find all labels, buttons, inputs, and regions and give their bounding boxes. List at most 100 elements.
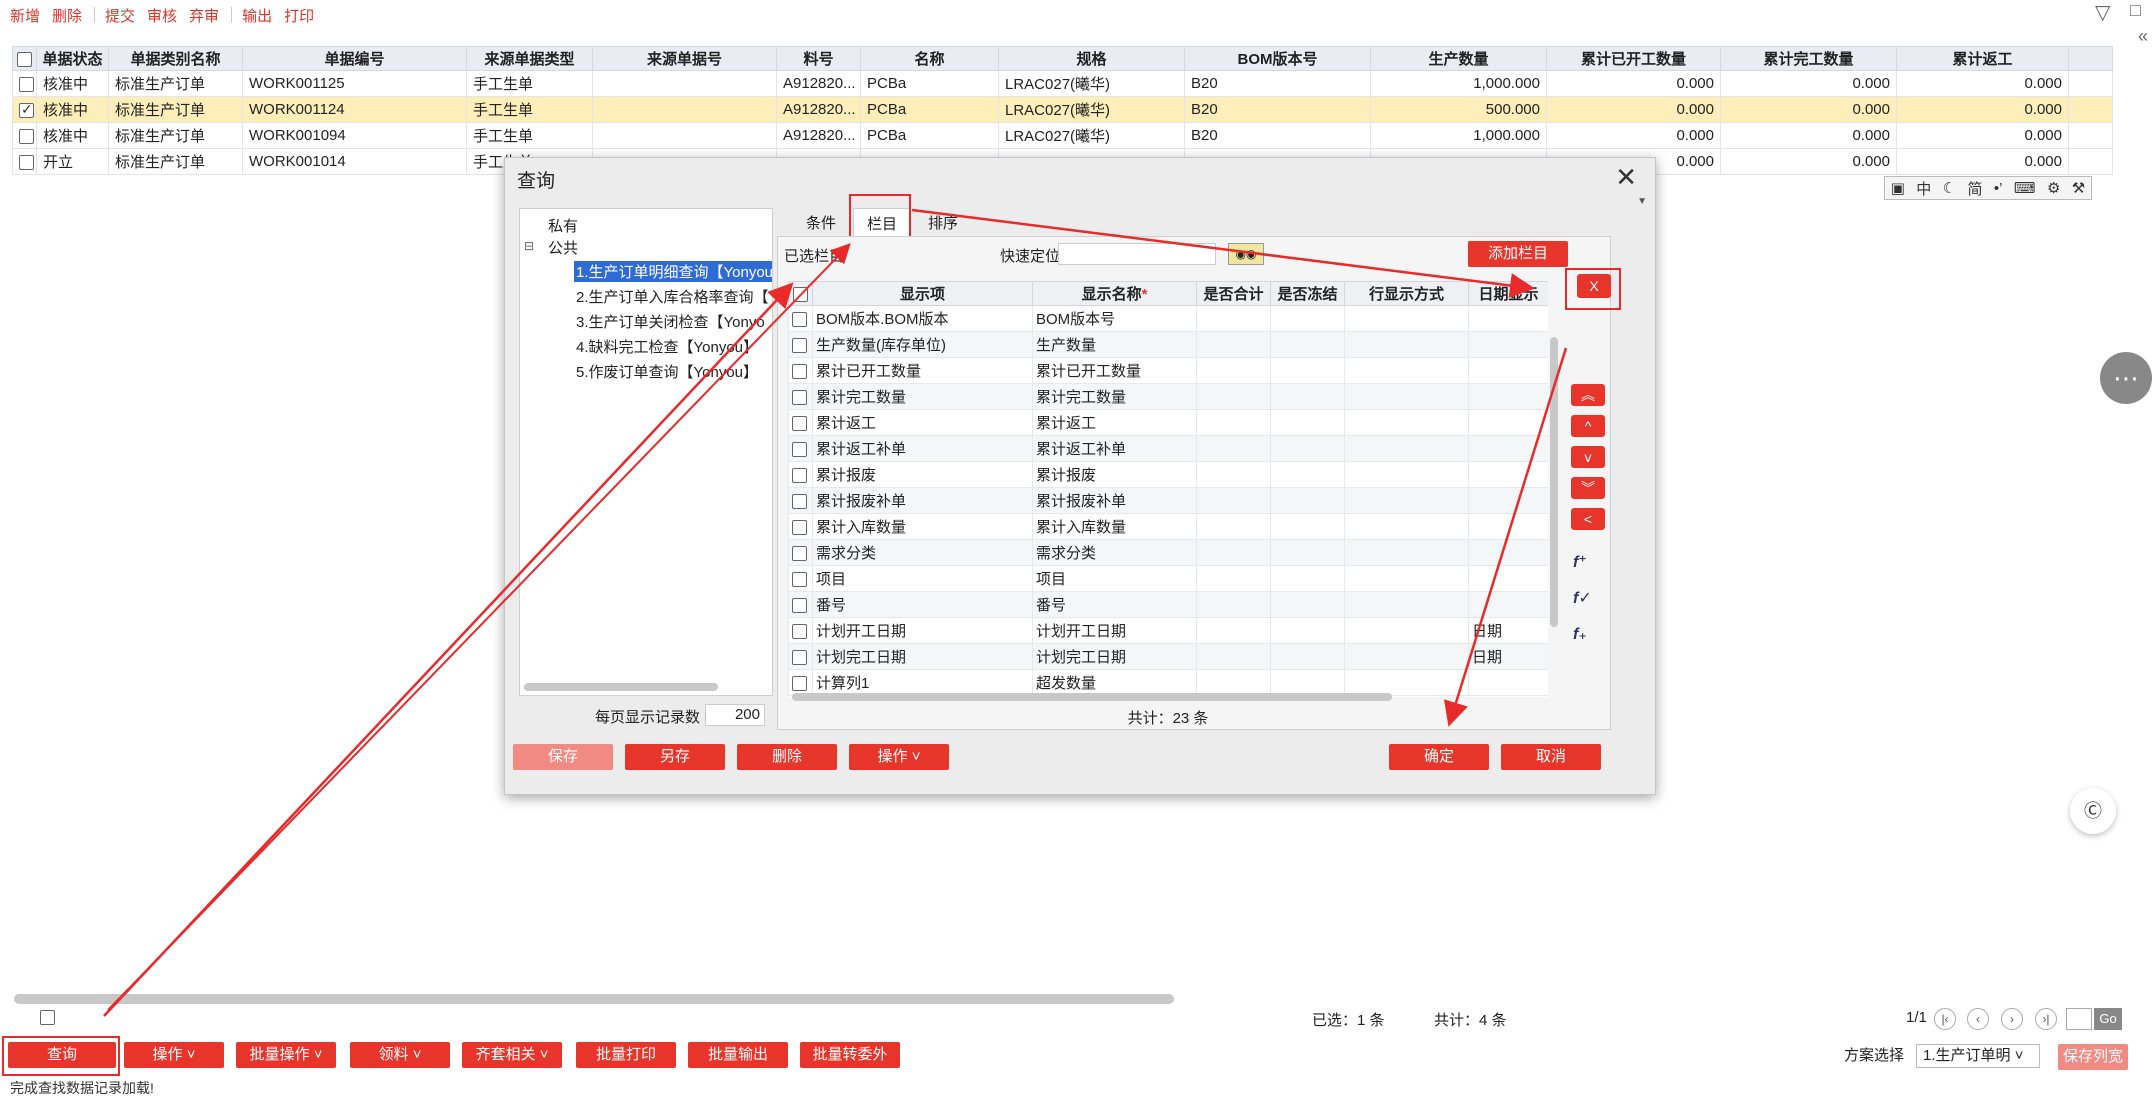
delete-scheme-button[interactable]: 删除 — [737, 744, 837, 770]
formula-edit-icon[interactable]: f₊ — [1573, 624, 1587, 644]
next-page-icon[interactable]: › — [2001, 1008, 2023, 1030]
material-dropdown[interactable]: 领料 ˅ — [350, 1042, 450, 1068]
operate-dropdown[interactable]: 操作 ˅ — [124, 1042, 224, 1068]
last-page-icon[interactable]: ›| — [2035, 1008, 2057, 1030]
batch-print-button[interactable]: 批量打印 — [576, 1042, 676, 1068]
column-row-checkbox[interactable] — [792, 675, 807, 691]
page-number-input[interactable] — [2066, 1008, 2092, 1030]
keyboard-icon[interactable]: ⌨ — [2014, 179, 2036, 197]
filter-icon[interactable]: ▽ — [2095, 0, 2110, 25]
scheme-select[interactable]: 1.生产订单明 ˅ — [1916, 1044, 2040, 1068]
col-header-category[interactable]: 单据类别名称 — [108, 46, 243, 71]
grid-horizontal-scrollbar[interactable] — [14, 994, 1174, 1004]
approve-button[interactable]: 审核 — [147, 5, 177, 26]
ime-simplified-toggle[interactable]: 简 — [1968, 178, 1983, 199]
column-row-checkbox[interactable] — [792, 389, 807, 405]
col-header-rework[interactable]: 累计返工 — [1896, 46, 2069, 71]
print-button[interactable]: 打印 — [284, 5, 314, 26]
export-button[interactable]: 输出 — [242, 5, 272, 26]
column-row-checkbox[interactable] — [792, 337, 807, 353]
col-header-code[interactable]: 单据编号 — [242, 46, 467, 71]
column-row[interactable]: 计划开工日期 计划开工日期 日期 — [788, 617, 1548, 644]
row-checkbox[interactable] — [19, 101, 34, 118]
tree-item-4[interactable]: 4.缺料完工检查【Yonyou】 — [576, 336, 758, 357]
column-row-checkbox[interactable] — [792, 597, 807, 613]
translate-icon[interactable]: Ⓒ — [2070, 788, 2116, 834]
col-header-status[interactable]: 单据状态 — [36, 46, 109, 71]
col-header-done[interactable]: 累计完工数量 — [1720, 46, 1897, 71]
column-row[interactable]: 项目 项目 — [788, 565, 1548, 592]
operate-menu-button[interactable]: 操作 ˅ — [849, 744, 949, 770]
column-row[interactable]: BOM版本.BOM版本 BOM版本号 — [788, 305, 1548, 332]
tab-sort[interactable]: 排序 — [911, 208, 975, 238]
tree-item-3[interactable]: 3.生产订单关闭检查【Yonyo — [576, 311, 765, 332]
tools-icon[interactable]: ⚙ — [2047, 179, 2060, 197]
column-row-checkbox[interactable] — [792, 493, 807, 509]
tree-scrollbar[interactable] — [524, 683, 718, 691]
column-row[interactable]: 需求分类 需求分类 — [788, 539, 1548, 566]
go-button[interactable]: Go — [2094, 1008, 2122, 1030]
column-row-checkbox[interactable] — [792, 571, 807, 587]
binoculars-icon[interactable]: ◉◉ — [1228, 243, 1264, 265]
tree-item-1[interactable]: 1.生产订单明细查询【Yonyou — [574, 261, 772, 282]
col-header-part[interactable]: 料号 — [776, 46, 861, 71]
tree-node-private[interactable]: 私有 — [548, 215, 578, 236]
table-row[interactable]: 核准中 标准生产订单 WORK001125 手工生单 A912820... PC… — [12, 70, 2113, 97]
quick-locate-input[interactable] — [1058, 243, 1216, 265]
collapse-icon[interactable]: « — [2138, 26, 2148, 47]
tree-node-public[interactable]: 公共 — [548, 237, 578, 258]
move-up-button[interactable]: ^ — [1571, 415, 1605, 437]
cancel-button[interactable]: 取消 — [1501, 744, 1601, 770]
move-down-button[interactable]: v — [1571, 446, 1605, 468]
move-left-button[interactable]: < — [1571, 508, 1605, 530]
formula-add-icon[interactable]: f⁺ — [1573, 552, 1587, 572]
column-row[interactable]: 累计报废补单 累计报废补单 — [788, 487, 1548, 514]
footer-select-checkbox[interactable] — [40, 1010, 55, 1025]
tree-collapse-icon[interactable]: ⊟ — [524, 239, 534, 253]
col-header-spec[interactable]: 规格 — [998, 46, 1185, 71]
expand-icon[interactable]: □ — [2130, 0, 2141, 21]
tree-item-5[interactable]: 5.作废订单查询【Yonyou】 — [576, 361, 758, 382]
column-row[interactable]: 计划完工日期 计划完工日期 日期 — [788, 643, 1548, 670]
select-all-checkbox[interactable] — [17, 51, 32, 67]
move-bottom-button[interactable]: ︾ — [1571, 477, 1605, 499]
kitting-dropdown[interactable]: 齐套相关 ˅ — [462, 1042, 562, 1068]
column-row-checkbox[interactable] — [792, 311, 807, 327]
batch-operate-dropdown[interactable]: 批量操作 ˅ — [236, 1042, 336, 1068]
save-as-button[interactable]: 另存 — [625, 744, 725, 770]
col-header-name[interactable]: 名称 — [860, 46, 999, 71]
col-header-bom[interactable]: BOM版本号 — [1184, 46, 1371, 71]
unapprove-button[interactable]: 弃审 — [189, 5, 219, 26]
tree-item-2[interactable]: 2.生产订单入库合格率查询【 — [576, 286, 769, 307]
batch-export-button[interactable]: 批量输出 — [688, 1042, 788, 1068]
apps-grid-icon[interactable]: ⋯ — [2100, 352, 2152, 404]
ime-chinese-toggle[interactable]: 中 — [1916, 178, 1931, 199]
column-row-checkbox[interactable] — [792, 649, 807, 665]
formula-check-icon[interactable]: f✓ — [1573, 588, 1592, 608]
row-checkbox[interactable] — [19, 76, 34, 92]
column-row-checkbox[interactable] — [792, 623, 807, 639]
save-column-width-button[interactable]: 保存列宽 — [2058, 1044, 2128, 1070]
row-checkbox[interactable] — [19, 154, 34, 170]
column-row[interactable]: 累计完工数量 累计完工数量 — [788, 383, 1548, 410]
table-row[interactable]: 核准中 标准生产订单 WORK001124 手工生单 A912820... PC… — [12, 96, 2113, 123]
column-row-checkbox[interactable] — [792, 545, 807, 561]
tab-conditions[interactable]: 条件 — [789, 208, 853, 238]
column-row[interactable]: 累计入库数量 累计入库数量 — [788, 513, 1548, 540]
col-header-started[interactable]: 累计已开工数量 — [1546, 46, 1721, 71]
col-header-qty[interactable]: 生产数量 — [1370, 46, 1547, 71]
delete-button[interactable]: 删除 — [52, 5, 82, 26]
first-page-icon[interactable]: |‹ — [1934, 1008, 1956, 1030]
column-row[interactable]: 累计返工 累计返工 — [788, 409, 1548, 436]
column-row-checkbox[interactable] — [792, 519, 807, 535]
submit-button[interactable]: 提交 — [105, 5, 135, 26]
ok-button[interactable]: 确定 — [1389, 744, 1489, 770]
columns-select-all-checkbox[interactable] — [793, 286, 808, 302]
col-header-src-type[interactable]: 来源单据类型 — [466, 46, 593, 71]
prev-page-icon[interactable]: ‹ — [1967, 1008, 1989, 1030]
column-row-checkbox[interactable] — [792, 363, 807, 379]
column-row-checkbox[interactable] — [792, 415, 807, 431]
select-all-cell[interactable] — [12, 46, 37, 71]
new-button[interactable]: 新增 — [10, 5, 40, 26]
moon-icon[interactable]: ☾ — [1943, 179, 1956, 197]
